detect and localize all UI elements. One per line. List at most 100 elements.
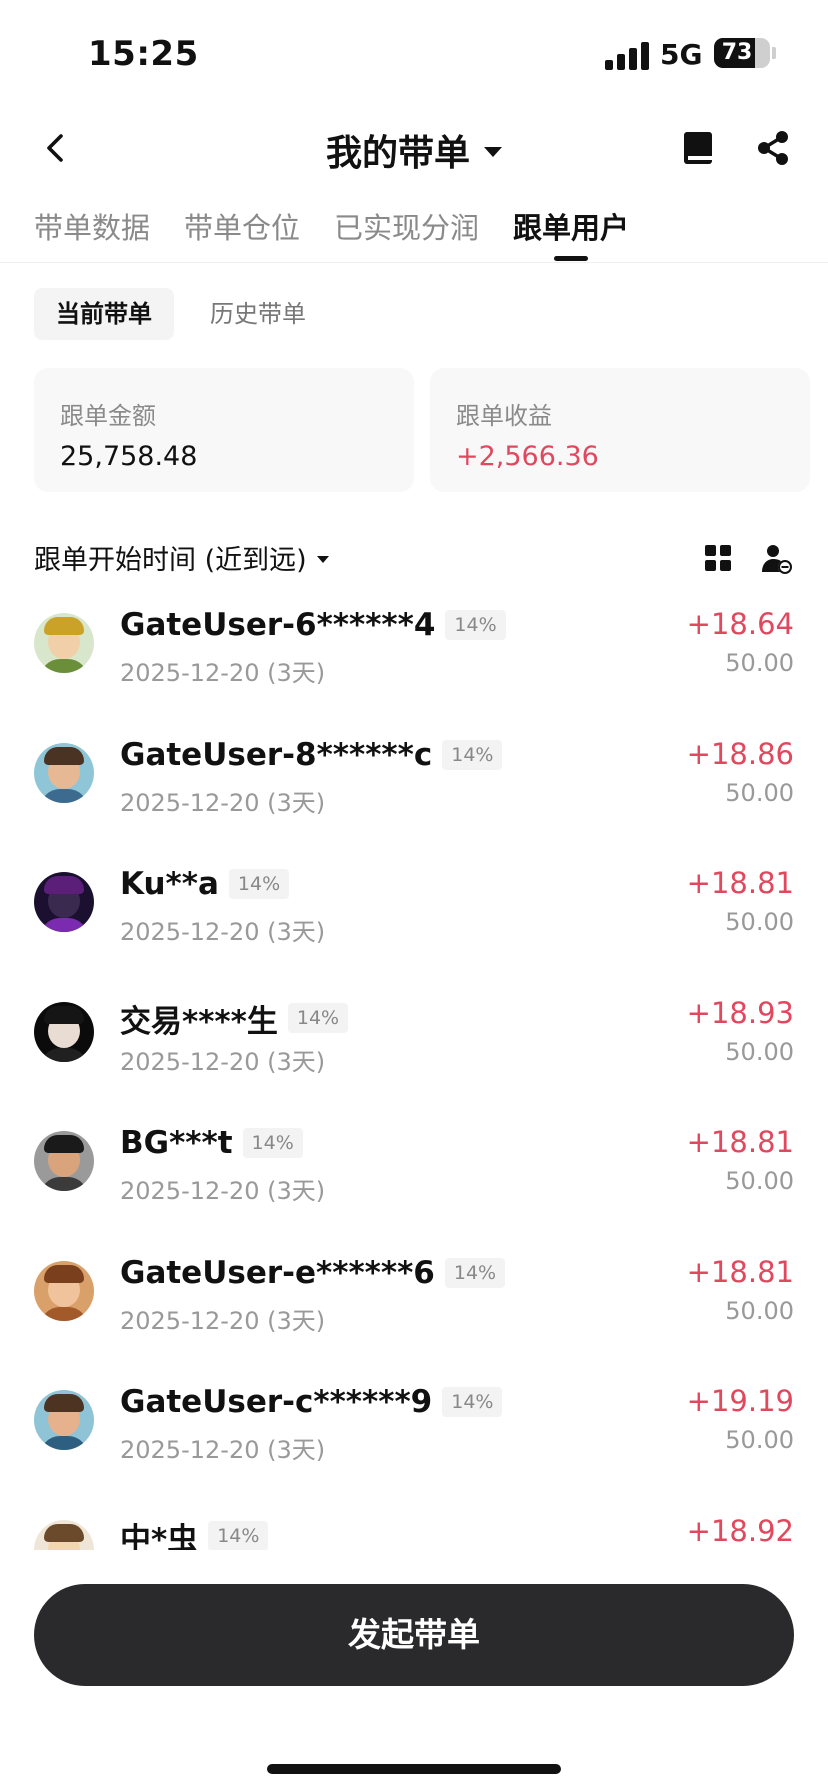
follower-row[interactable]: GateUser-c******9 14% 2025-12-20 (3天) +1… xyxy=(0,1372,828,1502)
launch-copy-trade-button[interactable]: 发起带单 xyxy=(34,1584,794,1686)
divider xyxy=(0,262,828,263)
name-line: GateUser-8******c 14% xyxy=(120,736,503,773)
follower-profit: +18.64 xyxy=(686,607,794,641)
follower-row[interactable]: BG***t 14% 2025-12-20 (3天) +18.81 50.00 xyxy=(0,1113,828,1243)
follower-profit: +18.81 xyxy=(686,866,794,900)
avatar-body xyxy=(40,918,88,932)
follower-profit: +18.93 xyxy=(686,995,794,1030)
follower-row[interactable]: GateUser-e******6 14% 2025-12-20 (3天) +1… xyxy=(0,1243,828,1373)
follower-amount: 50.00 xyxy=(725,1167,794,1195)
page-title: 我的带单 xyxy=(325,133,470,174)
avatar xyxy=(34,1260,94,1321)
user-name: BG***t xyxy=(120,1125,233,1161)
start-date: 2025-12-20 (3天) xyxy=(120,1047,326,1076)
status-bar: 15:25 5G 73 xyxy=(0,0,828,110)
battery-level: 73 xyxy=(721,40,753,65)
name-line: GateUser-c******9 14% xyxy=(120,1384,503,1420)
battery-tip xyxy=(772,47,776,59)
ratio-badge: 14% xyxy=(242,1128,303,1158)
copy-amount-label: 跟单金额 xyxy=(60,402,156,430)
avatar xyxy=(34,872,94,932)
ratio-badge: 14% xyxy=(208,1521,269,1550)
status-time: 15:25 xyxy=(88,34,199,74)
follower-row[interactable]: GateUser-8******c 14% 2025-12-20 (3天) +1… xyxy=(0,725,828,855)
sort-label: 跟单开始时间 (近到远) xyxy=(34,545,307,576)
follower-row[interactable]: Ku**a 14% 2025-12-20 (3天) +18.81 50.00 xyxy=(0,854,828,984)
caret-down-icon xyxy=(484,147,502,157)
copy-profit-card: 跟单收益 +2,566.36 xyxy=(430,368,810,492)
user-name: GateUser-c******9 xyxy=(120,1384,433,1420)
follower-row[interactable]: 中*虫 14% +18.92 xyxy=(0,1502,828,1550)
sort-row: 跟单开始时间 (近到远) xyxy=(34,536,794,580)
avatar-body xyxy=(40,1177,88,1191)
ratio-badge: 14% xyxy=(444,1257,506,1288)
tab-copy-data[interactable]: 带单数据 xyxy=(34,205,150,255)
avatar-body xyxy=(40,1047,88,1062)
user-name: GateUser-6******4 xyxy=(120,607,436,643)
share-icon[interactable] xyxy=(754,128,792,168)
avatar-body xyxy=(40,788,88,803)
tab-copy-positions[interactable]: 带单仓位 xyxy=(184,205,300,255)
user-name: 交易****生 xyxy=(120,1003,278,1040)
avatar-body xyxy=(40,659,88,673)
home-indicator xyxy=(267,1764,561,1774)
avatar xyxy=(34,1519,94,1550)
avatar-hair xyxy=(44,1005,84,1024)
ratio-badge: 14% xyxy=(228,869,290,899)
avatar xyxy=(34,1390,94,1450)
follower-row[interactable]: GateUser-6******4 14% 2025-12-20 (3天) +1… xyxy=(0,595,828,725)
network-label: 5G xyxy=(660,38,703,71)
avatar-body xyxy=(40,1436,88,1450)
name-line: 中*虫 14% xyxy=(120,1514,269,1550)
follower-row[interactable]: 交易****生 14% 2025-12-20 (3天) +18.93 50.00 xyxy=(0,984,828,1114)
ratio-badge: 14% xyxy=(442,1387,503,1417)
nav-bar: 我的带单 xyxy=(0,110,828,186)
subtab-history[interactable]: 历史带单 xyxy=(188,288,328,340)
avatar-hair xyxy=(44,1135,84,1153)
follower-list: GateUser-6******4 14% 2025-12-20 (3天) +1… xyxy=(0,595,828,1550)
user-name: GateUser-e******6 xyxy=(120,1254,435,1291)
follower-profit: +18.86 xyxy=(686,736,794,771)
sort-dropdown[interactable]: 跟单开始时间 (近到远) xyxy=(34,538,329,577)
subtab-bar: 当前带单 历史带单 xyxy=(34,288,328,340)
avatar xyxy=(34,1131,94,1191)
start-date: 2025-12-20 (3天) xyxy=(120,1436,326,1464)
tab-followers[interactable]: 跟单用户 xyxy=(513,205,629,261)
start-date: 2025-12-20 (3天) xyxy=(120,659,326,687)
name-line: BG***t 14% xyxy=(120,1125,303,1161)
follower-amount: 50.00 xyxy=(725,1426,794,1454)
copy-profit-value: +2,566.36 xyxy=(456,441,599,472)
ratio-badge: 14% xyxy=(287,1003,349,1033)
user-remove-icon[interactable] xyxy=(760,542,792,574)
follower-amount: 50.00 xyxy=(725,1296,794,1325)
tab-realized-profit-share[interactable]: 已实现分润 xyxy=(334,205,479,255)
name-line: GateUser-6******4 14% xyxy=(120,607,506,643)
summary-cards: 跟单金额 25,758.48 跟单收益 +2,566.36 xyxy=(34,368,810,492)
start-date: 2025-12-20 (3天) xyxy=(120,918,326,946)
avatar-hair xyxy=(44,1523,84,1542)
avatar xyxy=(34,1001,94,1062)
name-line: Ku**a 14% xyxy=(120,866,290,902)
book-icon[interactable] xyxy=(680,128,716,168)
active-tab-indicator xyxy=(554,256,589,261)
battery-icon: 73 xyxy=(714,38,770,68)
user-name: GateUser-8******c xyxy=(120,736,433,773)
avatar-hair xyxy=(44,876,84,894)
caret-down-icon xyxy=(316,556,329,563)
avatar xyxy=(34,742,94,803)
copy-amount-value: 25,758.48 xyxy=(60,441,198,472)
follower-profit: +18.81 xyxy=(686,1254,794,1289)
tab-bar: 带单数据 带单仓位 已实现分润 跟单用户 xyxy=(34,205,814,265)
subtab-current[interactable]: 当前带单 xyxy=(34,288,174,340)
copy-amount-card: 跟单金额 25,758.48 xyxy=(34,368,414,492)
ratio-badge: 14% xyxy=(445,610,506,640)
signal-icon xyxy=(605,40,649,70)
avatar-hair xyxy=(44,746,84,765)
ratio-badge: 14% xyxy=(442,739,503,770)
start-date: 2025-12-20 (3天) xyxy=(120,1177,326,1205)
follower-profit: +19.19 xyxy=(686,1384,794,1418)
follower-amount: 50.00 xyxy=(725,649,794,677)
user-name: Ku**a xyxy=(120,866,219,902)
grid-view-icon[interactable] xyxy=(704,544,732,572)
avatar-hair xyxy=(44,1394,84,1412)
